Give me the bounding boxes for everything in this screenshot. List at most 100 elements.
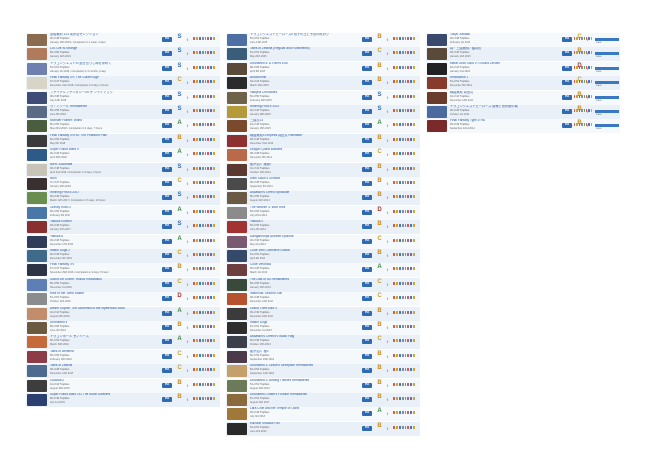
- game-row[interactable]: Watch Dogs 51 of 51 Trophies November 1st …: [226, 321, 420, 335]
- game-thumbnail[interactable]: [227, 408, 247, 421]
- game-thumbnail[interactable]: [227, 365, 247, 378]
- game-thumbnail[interactable]: [27, 134, 47, 147]
- game-thumbnail[interactable]: [227, 307, 247, 320]
- game-row[interactable]: 戦国無双 真田丸 44 of 44 Trophies November 13th 2…: [426, 90, 620, 105]
- game-thumbnail[interactable]: [27, 350, 47, 363]
- game-thumbnail[interactable]: [227, 422, 247, 435]
- game-thumbnail[interactable]: [27, 278, 47, 291]
- game-thumbnail[interactable]: [227, 379, 247, 392]
- game-row[interactable]: Final Fantasy XV 47 of 47 Trophies Novembe…: [26, 263, 220, 278]
- game-row[interactable]: Super Robot Wars V 46 of 46 Trophies April…: [26, 148, 220, 163]
- game-thumbnail[interactable]: [27, 77, 47, 90]
- game-thumbnail[interactable]: [227, 206, 247, 219]
- game-row[interactable]: Metal Gear Solid V: Ground Zeroes 22 of 2…: [426, 61, 620, 76]
- game-row[interactable]: Final Fantasy XV: The Golden Age 47 of 47…: [26, 76, 220, 91]
- game-row[interactable]: 逆転裁判 123 成歩堂セレクション 46 of 48 Trophies Janua…: [26, 33, 220, 47]
- game-thumbnail[interactable]: [227, 62, 247, 75]
- game-thumbnail[interactable]: [27, 379, 47, 392]
- game-thumbnail[interactable]: [27, 250, 47, 262]
- game-row[interactable]: Uncharted 4 68 of 68 Trophies June 4th 201…: [26, 321, 220, 335]
- game-row[interactable]: ラ・ノワール Remastered 55 of 55 Trophies June 5…: [26, 105, 220, 119]
- game-thumbnail[interactable]: [227, 264, 247, 277]
- game-thumbnail[interactable]: [427, 106, 447, 118]
- game-thumbnail[interactable]: [227, 91, 247, 104]
- game-thumbnail[interactable]: [227, 250, 247, 262]
- game-thumbnail[interactable]: [27, 206, 47, 219]
- game-thumbnail[interactable]: [27, 106, 47, 118]
- game-row[interactable]: Resistance 2 51 of 51 Trophies December 5t…: [426, 76, 620, 91]
- game-thumbnail[interactable]: [27, 178, 47, 190]
- game-thumbnail[interactable]: [27, 149, 47, 162]
- game-thumbnail[interactable]: [27, 336, 47, 349]
- game-thumbnail[interactable]: [227, 278, 247, 291]
- game-thumbnail[interactable]: [227, 134, 247, 147]
- game-row[interactable]: ファイナルファンタジーXII ザ ゾディアック 38 of 38 Trophies…: [26, 90, 220, 105]
- game-row[interactable]: Final Fantasy Type-0 HD 49 of 49 Trophies…: [426, 119, 620, 134]
- game-thumbnail[interactable]: [27, 235, 47, 248]
- game-thumbnail[interactable]: [27, 394, 47, 406]
- game-thumbnail[interactable]: [27, 293, 47, 306]
- game-row[interactable]: 龍が如く 極2 52 of 52 Trophies September 29th 2…: [226, 349, 420, 364]
- game-row[interactable]: Winning Post 8 2017 46 of 46 Trophies Marc…: [26, 191, 220, 206]
- game-row[interactable]: ドラゴンクエストXI 過ぎ去りし時を求めて 51 of 51 Trophies Ja…: [26, 61, 220, 76]
- game-row[interactable]: Lara Croft and the Temple of Osiris 49 of…: [226, 407, 420, 422]
- game-thumbnail[interactable]: [27, 34, 47, 46]
- game-row[interactable]: Code Veronica 45 of 45 Trophies March 1st …: [226, 263, 420, 278]
- game-thumbnail[interactable]: [27, 322, 47, 334]
- game-thumbnail[interactable]: [427, 34, 447, 46]
- game-row[interactable]: Tales of Zestiria 48 of 48 Trophies Novemb…: [26, 364, 220, 379]
- game-row[interactable]: 真・三國無双7 猛将伝 46 of 46 Trophies January 11th…: [426, 47, 620, 62]
- game-row[interactable]: Yakuza 0 53 of 53 Trophies June 6th 2014 PS…: [226, 220, 420, 235]
- game-row[interactable]: Assassin's Creed IV Black Flag 49 of 49 T…: [226, 335, 420, 350]
- game-thumbnail[interactable]: [227, 221, 247, 234]
- game-thumbnail[interactable]: [227, 48, 247, 61]
- game-row[interactable]: Uncharted 3: Drake's Deception Remastere…: [226, 364, 420, 379]
- game-row[interactable]: Super Robot Wars OG The Moon Dwellers 49 …: [26, 393, 220, 407]
- game-row[interactable]: Dark Souls II Scholar 38 of 38 Trophies Se…: [226, 177, 420, 191]
- game-thumbnail[interactable]: [227, 293, 247, 306]
- game-row[interactable]: Godzilla 2 44 of 44 Trophies August 30th 2…: [26, 378, 220, 393]
- game-thumbnail[interactable]: [227, 149, 247, 162]
- game-thumbnail[interactable]: [427, 91, 447, 104]
- game-row[interactable]: Danganronpa Another Episode 40 of 40 Trop…: [226, 234, 420, 249]
- game-thumbnail[interactable]: [227, 192, 247, 205]
- game-row[interactable]: Uncharted 2: Among Thieves Remastered 51 …: [226, 378, 420, 393]
- game-thumbnail[interactable]: [227, 34, 247, 46]
- game-row[interactable]: Tales of Berseria 50 of 50 Trophies Februa…: [26, 349, 220, 364]
- game-row[interactable]: Monster Hunter: World 50 of 50 Trophies Ma…: [26, 119, 220, 134]
- game-thumbnail[interactable]: [27, 62, 47, 75]
- game-row[interactable]: Tales of Zestiria (Regular and Fulfillme…: [226, 47, 420, 62]
- game-row[interactable]: Rise of the Tomb Raider 51 of 51 Trophies…: [26, 292, 220, 307]
- game-thumbnail[interactable]: [227, 322, 247, 334]
- game-thumbnail[interactable]: [227, 394, 247, 406]
- game-thumbnail[interactable]: [427, 62, 447, 75]
- game-thumbnail[interactable]: [227, 336, 247, 349]
- game-row[interactable]: Yakuza 6 46 of 46 Trophies December 17th 2…: [26, 234, 220, 249]
- game-row[interactable]: 龍が如く 維新! 41 of 41 Trophies October 10th 20…: [226, 162, 420, 177]
- game-thumbnail[interactable]: [227, 106, 247, 118]
- game-row[interactable]: Atelier Sophie: The Alchemist of the Mys…: [26, 306, 220, 321]
- game-thumbnail[interactable]: [227, 178, 247, 190]
- game-row[interactable]: Tokyo Xanadu 48 of 48 Trophies February 1s…: [426, 33, 620, 47]
- game-row[interactable]: Nioh 37 of 37 Trophies January 30th 2018 PS…: [26, 177, 220, 191]
- game-thumbnail[interactable]: [427, 48, 447, 61]
- game-thumbnail[interactable]: [227, 120, 247, 133]
- game-row[interactable]: Sword Art Online: Hollow Realization 50 o…: [26, 277, 220, 292]
- game-row[interactable]: 戦国無双4 Empires 真田丸 Remaster 48 of 48 Troph…: [226, 133, 420, 148]
- game-row[interactable]: Assassin's Creed Syndicate 50 of 50 Troph…: [226, 191, 420, 206]
- game-row[interactable]: Watch Dogs 2 49 of 49 Trophies December 6t…: [26, 249, 220, 263]
- game-thumbnail[interactable]: [27, 192, 47, 205]
- game-thumbnail[interactable]: [227, 350, 247, 363]
- game-row[interactable]: The Last of Us Remastered 56 of 56 Trophi…: [226, 277, 420, 292]
- game-row[interactable]: Final Fantasy XVHD: The Phantom Pain 52 o…: [26, 133, 220, 148]
- game-row[interactable]: Uncharted: Drake's Fortune Remastered 51 …: [226, 393, 420, 407]
- game-row[interactable]: Valkyria Chronicles 50 of 50 Trophies Febr…: [226, 90, 420, 105]
- game-thumbnail[interactable]: [227, 77, 247, 90]
- game-thumbnail[interactable]: [27, 264, 47, 277]
- game-row[interactable]: Bloodborne 34 of 34 Trophies March 26th 20…: [226, 76, 420, 91]
- game-thumbnail[interactable]: [27, 91, 47, 104]
- game-thumbnail[interactable]: [227, 163, 247, 176]
- game-thumbnail[interactable]: [27, 120, 47, 133]
- game-row[interactable]: Gravity Rush 2 50 of 50 Trophies February …: [26, 205, 220, 220]
- game-row[interactable]: Grand Theft Auto V 49 of 49 Trophies Novem…: [226, 306, 420, 321]
